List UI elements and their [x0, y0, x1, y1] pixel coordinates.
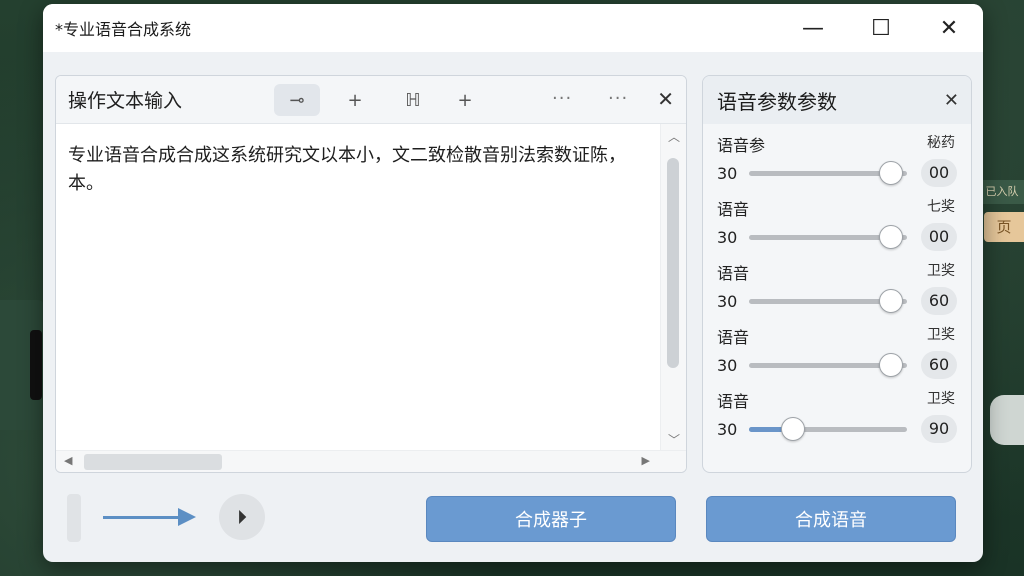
app-window: *专业语音合成系统 — ☐ ✕ 操作文本输入 ⊸ + ℍ + ··· ··· ✕…	[43, 4, 983, 562]
param-value[interactable]: 90	[921, 415, 957, 443]
param-row: 语音 卫奖 30 90	[703, 380, 971, 444]
param-tag: 七奖	[927, 199, 955, 215]
vertical-scroll-thumb[interactable]	[667, 158, 679, 368]
param-value[interactable]: 00	[921, 223, 957, 251]
text-line: 本。	[68, 173, 104, 194]
scroll-down-icon[interactable]: ﹀	[661, 431, 686, 448]
param-tag: 秘药	[927, 135, 955, 151]
param-min-value: 30	[717, 420, 738, 439]
slider-knob[interactable]	[879, 353, 904, 377]
text-input-area[interactable]: 专业语音合成合成这系统研究文以本小，文二致检散音别法索数证陈， 本。	[56, 124, 660, 450]
scroll-up-icon[interactable]: ︿	[661, 128, 686, 145]
more-options-icon[interactable]: ···	[608, 88, 628, 109]
vertical-scrollbar[interactable]: ︿ ﹀	[660, 124, 686, 450]
synthesize-voice-button[interactable]: 合成语音	[706, 496, 956, 542]
close-button[interactable]: ✕	[915, 4, 983, 52]
voice-params-panel: 语音参数参数 ✕ 语音参 秘药 30 00 语音 七奖 30 00 语音 卫奖 30 60 语音 卫奖 30…	[702, 75, 972, 473]
params-title: 语音参数参数	[717, 89, 837, 114]
param-row: 语音 卫奖 30 60	[703, 316, 971, 380]
slider-fill	[749, 363, 891, 368]
editor-title: 操作文本输入	[68, 90, 183, 112]
text-line: 专业语音合成合成这系统研究文以本小，文二致检散音别法索数证陈，	[68, 145, 626, 166]
tool-add-icon[interactable]: +	[332, 84, 378, 116]
background-handle	[30, 330, 42, 400]
background-button: 页	[984, 212, 1024, 242]
arrow-right-icon	[178, 508, 196, 526]
synth-sub-button[interactable]: 合成器子	[426, 496, 676, 542]
slider-fill	[749, 299, 891, 304]
slider-fill	[749, 171, 891, 176]
params-header: 语音参数参数 ✕	[703, 76, 971, 124]
more-icon[interactable]: ···	[552, 88, 572, 109]
param-slider[interactable]	[749, 427, 907, 432]
window-controls: — ☐ ✕	[779, 4, 983, 52]
param-name: 语音	[717, 200, 750, 219]
editor-header: 操作文本输入 ⊸ + ℍ + ··· ··· ✕	[56, 76, 686, 124]
minimize-button[interactable]: —	[779, 4, 847, 52]
param-name: 语音	[717, 392, 750, 411]
param-min-value: 30	[717, 356, 738, 375]
editor-close-icon[interactable]: ✕	[657, 87, 674, 111]
param-min-value: 30	[717, 164, 738, 183]
param-min-value: 30	[717, 228, 738, 247]
param-name: 语音参	[717, 136, 766, 155]
side-handle[interactable]	[67, 494, 81, 542]
horizontal-scrollbar[interactable]: ◀ ▶	[56, 450, 686, 472]
horizontal-scroll-thumb[interactable]	[84, 454, 222, 470]
tool-split-icon[interactable]: ℍ	[390, 84, 436, 116]
params-close-icon[interactable]: ✕	[944, 90, 959, 111]
param-name: 语音	[717, 264, 750, 283]
param-min-value: 30	[717, 292, 738, 311]
window-title: *专业语音合成系统	[55, 20, 192, 39]
text-input-panel: 操作文本输入 ⊸ + ℍ + ··· ··· ✕ 专业语音合成合成这系统研究文以…	[55, 75, 687, 473]
param-value[interactable]: 60	[921, 351, 957, 379]
param-list: 语音参 秘药 30 00 语音 七奖 30 00 语音 卫奖 30 60 语音 卫奖 30 60 语音 卫奖 30 9…	[703, 124, 971, 444]
param-name: 语音	[717, 328, 750, 347]
title-bar: *专业语音合成系统 — ☐ ✕	[43, 4, 983, 52]
param-row: 语音 七奖 30 00	[703, 188, 971, 252]
param-value[interactable]: 60	[921, 287, 957, 315]
param-row: 语音 卫奖 30 60	[703, 252, 971, 316]
background-tag: 已入队	[980, 180, 1024, 204]
background-shape	[990, 395, 1024, 445]
param-row: 语音参 秘药 30 00	[703, 124, 971, 188]
tool-pin-icon[interactable]: ⊸	[274, 84, 320, 116]
play-button[interactable]: ⏵	[219, 494, 265, 540]
slider-knob[interactable]	[781, 417, 806, 441]
slider-fill	[749, 235, 891, 240]
progress-arrow	[103, 516, 183, 519]
slider-knob[interactable]	[879, 225, 904, 249]
param-tag: 卫奖	[927, 263, 955, 279]
maximize-button[interactable]: ☐	[847, 4, 915, 52]
param-tag: 卫奖	[927, 327, 955, 343]
scroll-left-icon[interactable]: ◀	[64, 454, 72, 467]
param-tag: 卫奖	[927, 391, 955, 407]
scroll-right-icon[interactable]: ▶	[642, 454, 650, 467]
param-value[interactable]: 00	[921, 159, 957, 187]
slider-knob[interactable]	[879, 289, 904, 313]
slider-knob[interactable]	[879, 161, 904, 185]
tool-insert-icon[interactable]: +	[442, 84, 488, 116]
